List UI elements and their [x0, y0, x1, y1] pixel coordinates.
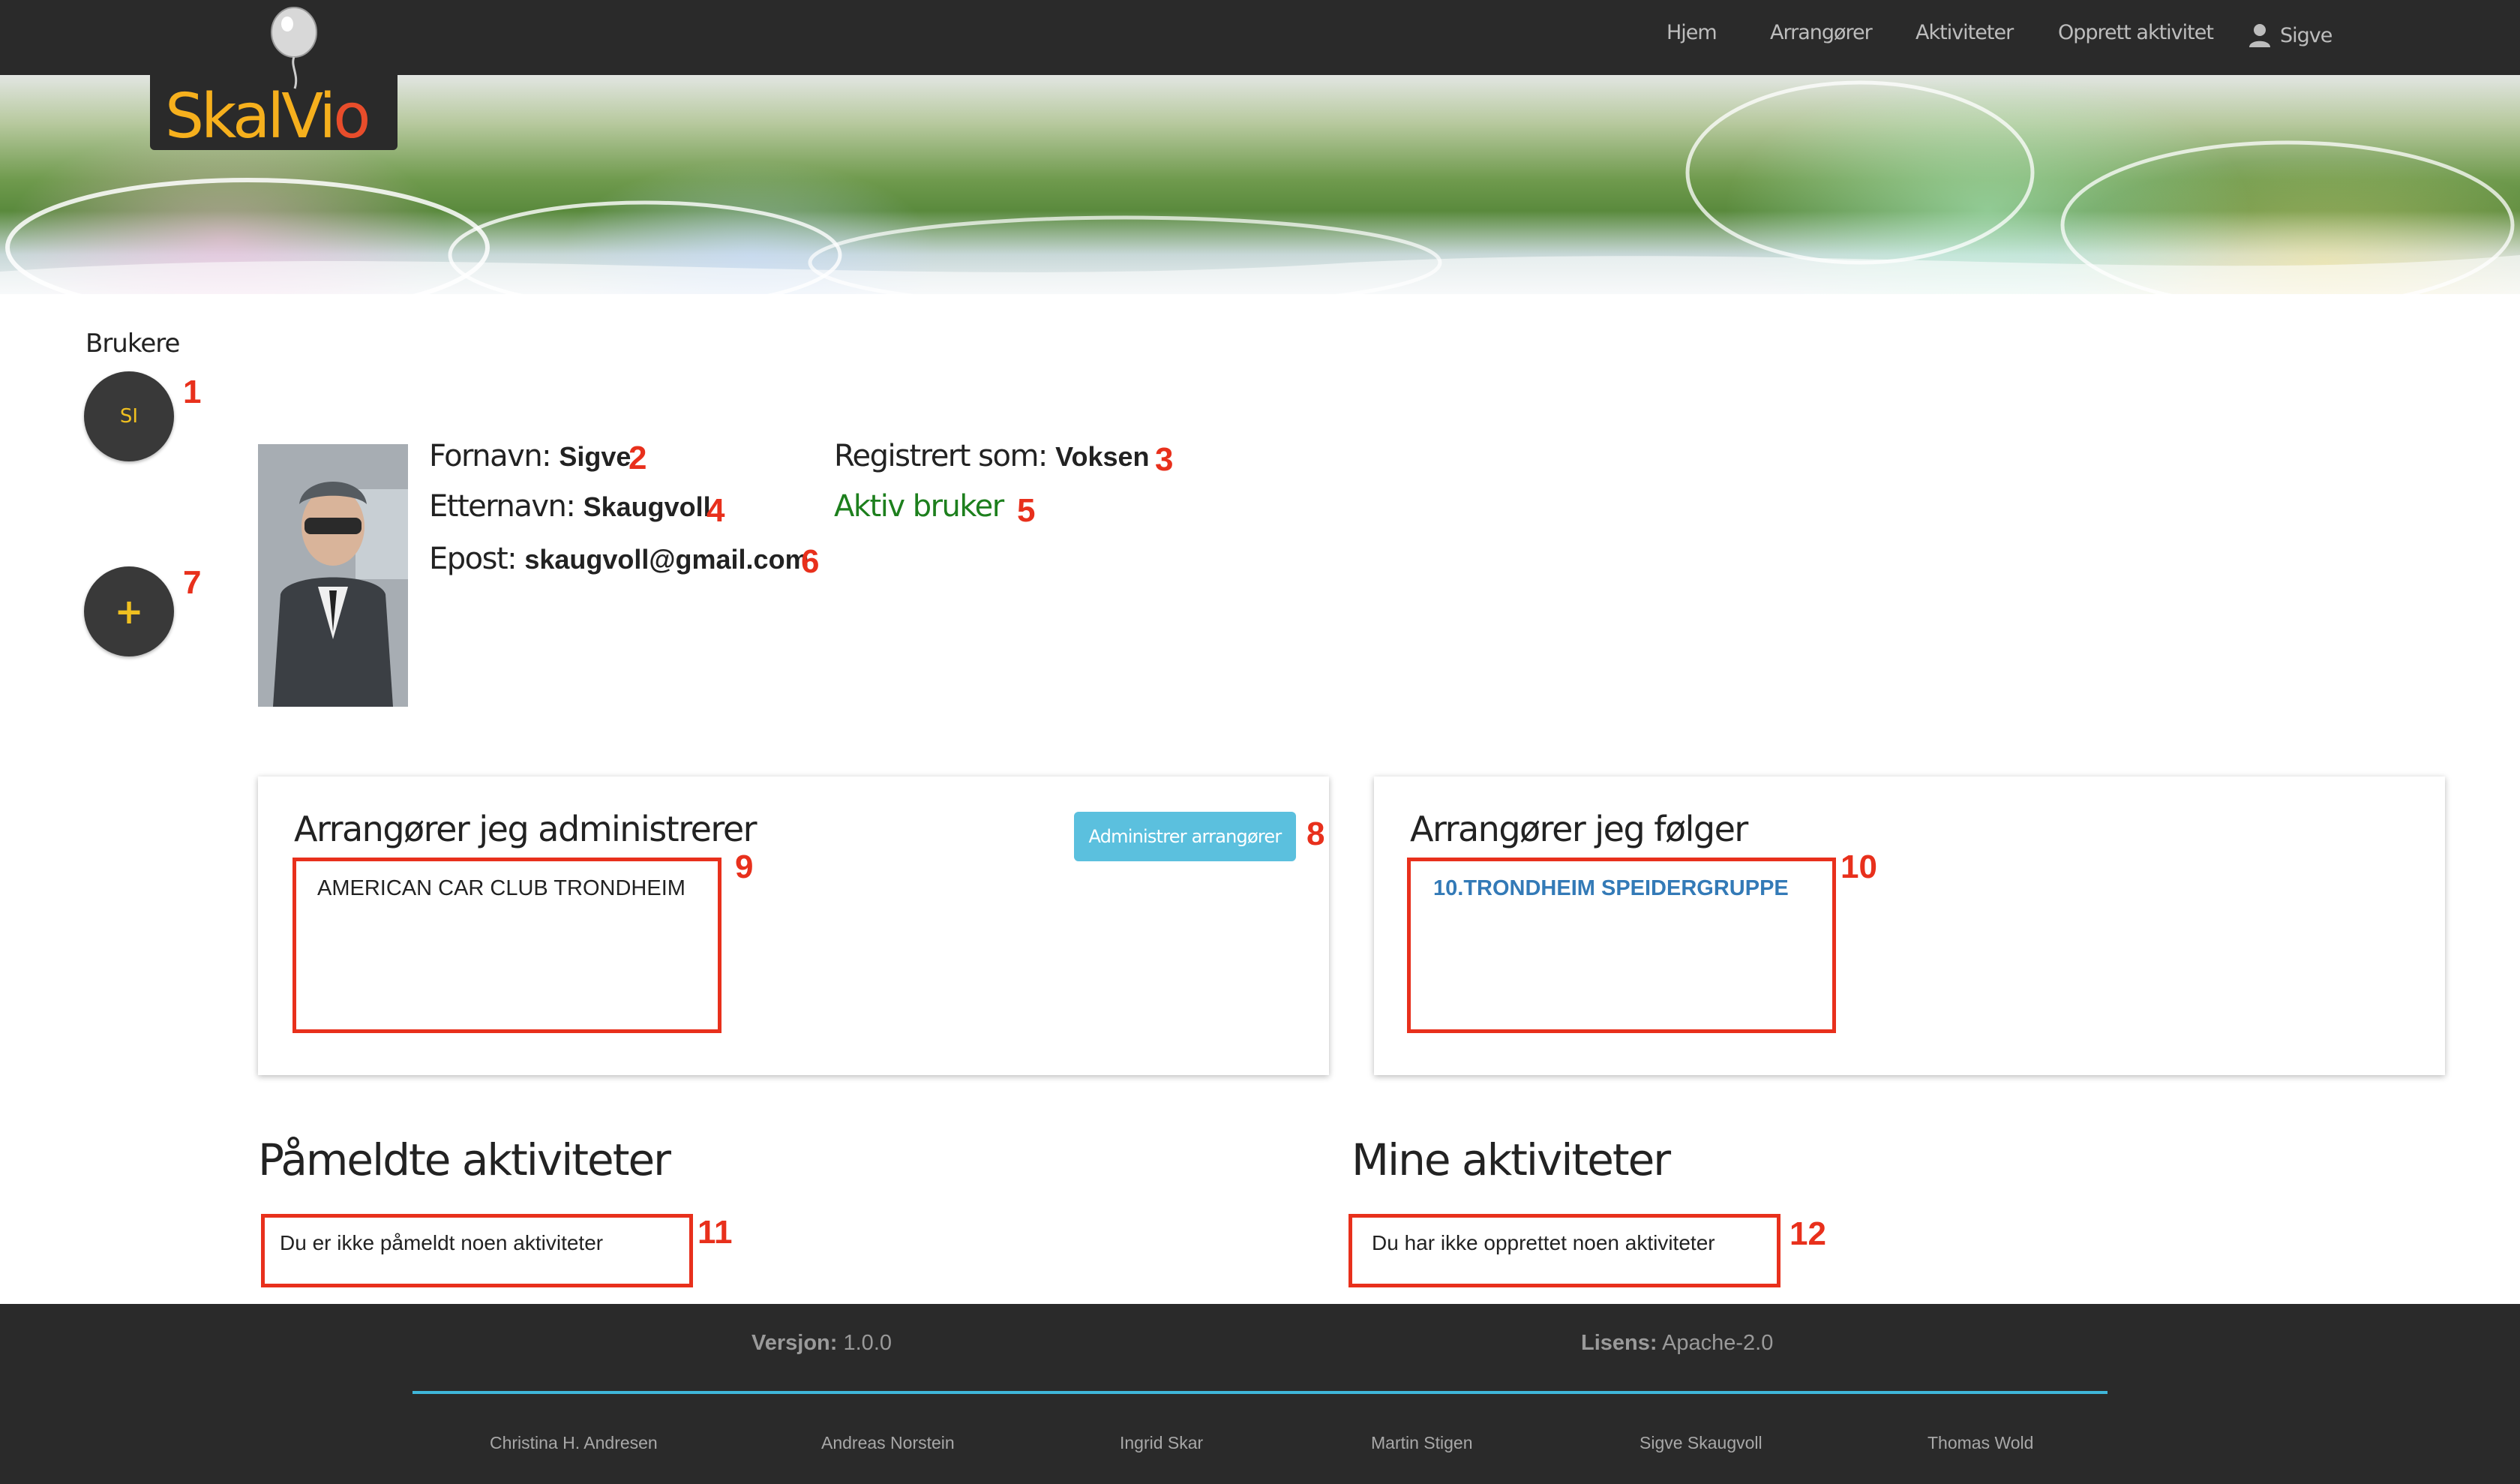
page-footer: Versjon: 1.0.0 Lisens: Apache-2.0 Christ…	[0, 1304, 2520, 1484]
first-name-label: Fornavn:	[429, 439, 552, 473]
nav-opprett-aktivitet[interactable]: Opprett aktivitet	[2058, 21, 2214, 44]
author-name: Martin Stigen	[1371, 1433, 1473, 1452]
author-name: Andreas Norstein	[821, 1433, 955, 1452]
followed-organizers-title: Arrangører jeg følger	[1410, 809, 1748, 849]
author-name: Christina H. Andresen	[490, 1433, 658, 1452]
email-value: skaugvoll@gmail.com	[524, 544, 809, 575]
version-info: Versjon: 1.0.0	[752, 1331, 892, 1356]
signed-up-activities-title: Påmeldte aktiviteter	[258, 1134, 671, 1185]
admin-organizers-list: AMERICAN CAR CLUB TRONDHEIM	[292, 858, 722, 1033]
email-row: Epost: skaugvoll@gmail.com	[429, 542, 809, 576]
users-label: Brukere	[86, 329, 180, 359]
author-name: Ingrid Skar	[1120, 1433, 1204, 1452]
nav-user-name[interactable]: Sigve	[2280, 24, 2332, 47]
annotation-marker-8: 8	[1306, 816, 1325, 852]
registered-as-row: Registrert som: Voksen	[834, 439, 1150, 473]
registered-as-value: Voksen	[1055, 441, 1150, 472]
signed-up-empty-message: Du er ikke påmeldt noen aktiviteter	[280, 1231, 604, 1254]
annotation-marker-11: 11	[698, 1214, 733, 1251]
annotation-marker-10: 10	[1840, 849, 1877, 885]
author-name: Thomas Wold	[1928, 1433, 2034, 1452]
license-value: Apache-2.0	[1662, 1331, 1774, 1355]
author-name: Sigve Skaugvoll	[1640, 1433, 1762, 1452]
user-avatar-si[interactable]: SI	[84, 371, 174, 461]
logo-text: SkalVio	[165, 81, 370, 152]
registered-as-label: Registrert som:	[834, 439, 1048, 473]
footer-divider	[412, 1391, 2108, 1394]
annotation-marker-1: 1	[183, 374, 202, 410]
email-label: Epost:	[429, 542, 518, 576]
annotation-marker-4: 4	[706, 492, 725, 529]
followed-organizers-card: Arrangører jeg følger 10.TRONDHEIM SPEID…	[1374, 777, 2445, 1075]
last-name-row: Etternavn: Skaugvoll	[429, 489, 711, 524]
admin-organizers-card: Arrangører jeg administrerer Administrer…	[258, 777, 1329, 1075]
profile-photo-image	[258, 444, 408, 707]
my-activities-empty-message: Du har ikke opprettet noen aktiviteter	[1372, 1231, 1715, 1254]
admin-organizer-item[interactable]: AMERICAN CAR CLUB TRONDHEIM	[317, 876, 686, 901]
annotation-marker-7: 7	[183, 564, 202, 601]
annotation-marker-6: 6	[801, 543, 820, 580]
my-activities-box: Du har ikke opprettet noen aktiviteter	[1348, 1214, 1780, 1287]
signed-up-activities-box: Du er ikke påmeldt noen aktiviteter	[261, 1214, 693, 1287]
nav-aktiviteter[interactable]: Aktiviteter	[1916, 21, 2014, 44]
followed-organizer-link[interactable]: 10.TRONDHEIM SPEIDERGRUPPE	[1433, 876, 1789, 901]
license-info: Lisens: Apache-2.0	[1581, 1331, 1773, 1356]
annotation-marker-5: 5	[1017, 492, 1036, 529]
last-name-label: Etternavn:	[429, 489, 576, 524]
first-name-row: Fornavn: Sigve	[429, 439, 631, 473]
admin-organizers-title: Arrangører jeg administrerer	[294, 809, 758, 849]
annotation-marker-3: 3	[1155, 441, 1174, 478]
skalvino-logo[interactable]: SkalVio	[150, 0, 398, 152]
balloon-icon	[271, 7, 317, 89]
active-user-status: Aktiv bruker	[834, 489, 1004, 524]
followed-organizers-list: 10.TRONDHEIM SPEIDERGRUPPE	[1407, 858, 1836, 1033]
add-user-button[interactable]: +	[84, 566, 174, 656]
first-name-value: Sigve	[559, 441, 632, 472]
nav-arrangorer[interactable]: Arrangører	[1770, 21, 1873, 44]
manage-organizers-button[interactable]: Administrer arrangører	[1074, 812, 1296, 861]
annotation-marker-2: 2	[628, 440, 647, 476]
profile-photo	[258, 444, 408, 707]
my-activities-title: Mine aktiviteter	[1352, 1134, 1671, 1185]
nav-hjem[interactable]: Hjem	[1666, 21, 1718, 44]
annotation-marker-9: 9	[735, 849, 754, 885]
last-name-value: Skaugvoll	[583, 491, 711, 522]
version-label: Versjon:	[752, 1331, 838, 1355]
user-icon[interactable]	[2248, 23, 2271, 48]
annotation-marker-12: 12	[1790, 1215, 1826, 1252]
license-label: Lisens:	[1581, 1331, 1658, 1355]
version-value: 1.0.0	[843, 1331, 892, 1355]
